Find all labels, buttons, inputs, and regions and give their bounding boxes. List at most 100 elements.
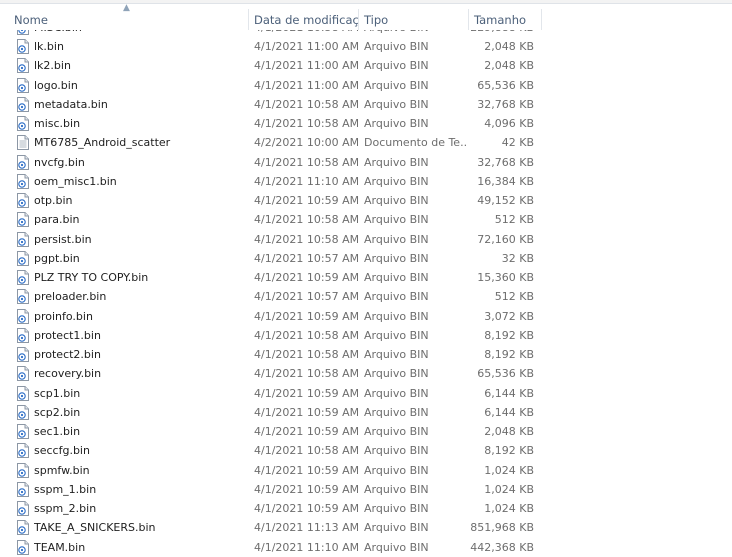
file-size: 32 KB bbox=[501, 251, 534, 265]
file-size: 229,888 KB bbox=[468, 30, 534, 37]
file-size: 8,192 KB bbox=[484, 348, 534, 361]
file-name: PLZ TRY TO COPY.bin bbox=[34, 271, 149, 284]
file-row[interactable]: scp2.bin 4/1/2021 10:59 AM Arquivo BIN 6,14… bbox=[0, 403, 732, 422]
file-row[interactable]: sec1.bin 4/1/2021 10:59 AM Arquivo BIN 2,04… bbox=[0, 422, 732, 441]
file-row[interactable]: TAKE_A_SNICKERS.bin 4/1/2021 11:13 AM Arqu… bbox=[0, 518, 732, 537]
bin-file-icon bbox=[17, 231, 29, 247]
bin-file-icon bbox=[17, 173, 29, 189]
file-row[interactable]: protect2.bin 4/1/2021 10:58 AM Arquivo BIN… bbox=[0, 345, 732, 364]
file-row[interactable]: sspm_1.bin 4/1/2021 10:59 AM Arquivo BIN 1,… bbox=[0, 480, 732, 499]
file-name: proinfo.bin bbox=[34, 309, 93, 323]
file-size: 4,096 KB bbox=[484, 117, 534, 130]
file-row[interactable]: para.bin 4/1/2021 10:58 AM Arquivo BIN 512 … bbox=[0, 210, 732, 229]
file-type: Arquivo BIN bbox=[364, 174, 429, 188]
file-size: 8,192 KB bbox=[484, 328, 534, 342]
bin-file-icon bbox=[17, 96, 29, 112]
file-type: Arquivo BIN bbox=[364, 521, 429, 535]
file-size: 42 KB bbox=[501, 136, 534, 150]
file-size: 1,024 KB bbox=[484, 482, 534, 496]
file-size: 6,144 KB bbox=[484, 405, 534, 419]
file-type: Arquivo BIN bbox=[364, 309, 429, 323]
file-name: scp2.bin bbox=[34, 405, 81, 419]
file-name: sec1.bin bbox=[34, 425, 81, 438]
file-row[interactable]: MT6785_Android_scatter 4/2/2021 10:00 AM D… bbox=[0, 133, 732, 152]
window-top-edge bbox=[0, 0, 732, 4]
file-row[interactable]: otp.bin 4/1/2021 10:59 AM Arquivo BIN 49,15… bbox=[0, 191, 732, 210]
file-row[interactable]: sspm_2.bin 4/1/2021 10:59 AM Arquivo BIN 1,… bbox=[0, 499, 732, 518]
column-header-type[interactable]: Tipo bbox=[358, 9, 468, 30]
file-type: Arquivo BIN bbox=[364, 155, 429, 169]
file-size: 851,968 KB bbox=[470, 521, 534, 535]
file-type: Arquivo BIN bbox=[364, 59, 429, 73]
bin-file-icon bbox=[17, 404, 29, 420]
bin-file-icon bbox=[17, 154, 29, 170]
file-date-modified: 4/1/2021 10:59 AM bbox=[254, 271, 358, 284]
file-type: Arquivo BIN bbox=[364, 444, 429, 458]
file-row[interactable]: spmfw.bin 4/1/2021 10:59 AM Arquivo BIN 1,0… bbox=[0, 461, 732, 480]
file-row[interactable]: persist.bin 4/1/2021 10:58 AM Arquivo BIN 7… bbox=[0, 230, 732, 249]
file-type: Arquivo BIN bbox=[364, 463, 429, 477]
file-type: Arquivo BIN bbox=[364, 78, 429, 92]
file-name: MISC.bin bbox=[34, 30, 246, 37]
column-divider[interactable] bbox=[541, 9, 542, 30]
file-row[interactable]: proinfo.bin 4/1/2021 10:59 AM Arquivo BIN 3… bbox=[0, 307, 732, 326]
file-name: TEAM.bin bbox=[34, 540, 86, 554]
file-name: protect1.bin bbox=[34, 328, 101, 342]
file-date-modified: 4/1/2021 10:59 AM bbox=[254, 386, 358, 400]
file-type: Arquivo BIN bbox=[364, 367, 429, 381]
file-name: logo.bin bbox=[34, 78, 78, 92]
file-name: persist.bin bbox=[34, 232, 92, 246]
file-row[interactable]: seccfg.bin 4/1/2021 10:58 AM Arquivo BIN 8,… bbox=[0, 441, 732, 460]
bin-file-icon bbox=[17, 77, 29, 93]
bin-file-icon bbox=[17, 289, 29, 305]
file-date-modified: 4/1/2021 10:58 AM bbox=[254, 444, 358, 458]
file-row[interactable]: misc.bin 4/1/2021 10:58 AM Arquivo BIN 4,09… bbox=[0, 114, 732, 133]
file-row[interactable]: recovery.bin 4/1/2021 10:58 AM Arquivo BIN… bbox=[0, 364, 732, 383]
file-type: Arquivo BIN bbox=[364, 30, 468, 37]
bin-file-icon bbox=[17, 424, 29, 439]
file-date-modified: 4/1/2021 10:59 AM bbox=[254, 194, 358, 207]
file-date-modified: 4/2/2021 10:00 AM bbox=[254, 136, 358, 150]
bin-file-icon bbox=[17, 30, 29, 35]
file-size: 6,144 KB bbox=[484, 386, 534, 400]
bin-file-icon bbox=[17, 481, 29, 497]
file-name: scp1.bin bbox=[34, 386, 81, 400]
bin-file-icon bbox=[17, 462, 29, 478]
file-name: sspm_1.bin bbox=[34, 482, 97, 496]
file-date-modified: 4/1/2021 10:58 AM bbox=[254, 213, 358, 227]
file-name: oem_misc1.bin bbox=[34, 174, 117, 188]
file-type: Arquivo BIN bbox=[364, 405, 429, 419]
column-header-size[interactable]: Tamanho bbox=[468, 9, 542, 30]
file-row-partial[interactable]: TEAM.bin 4/1/2021 11:10 AM Arquivo BIN 442,… bbox=[0, 538, 732, 557]
file-row[interactable]: pgpt.bin 4/1/2021 10:57 AM Arquivo BIN 32 K… bbox=[0, 249, 732, 268]
file-size: 512 KB bbox=[494, 213, 534, 227]
file-row[interactable]: PLZ TRY TO COPY.bin 4/1/2021 10:59 AM Arqu… bbox=[0, 268, 732, 287]
file-row[interactable]: lk2.bin 4/1/2021 11:00 AM Arquivo BIN 2,048… bbox=[0, 56, 732, 75]
file-size: 2,048 KB bbox=[484, 40, 534, 53]
bin-file-icon bbox=[17, 539, 29, 555]
file-row[interactable]: scp1.bin 4/1/2021 10:59 AM Arquivo BIN 6,14… bbox=[0, 384, 732, 403]
file-row[interactable]: oem_misc1.bin 4/1/2021 11:10 AM Arquivo BI… bbox=[0, 172, 732, 191]
file-date-modified: 4/1/2021 10:58 AM bbox=[254, 367, 358, 381]
file-date-modified: 4/1/2021 10:59 AM bbox=[254, 463, 358, 477]
file-type: Arquivo BIN bbox=[364, 348, 429, 361]
bin-file-icon bbox=[17, 520, 29, 536]
column-header-name[interactable]: Nome bbox=[8, 9, 248, 30]
file-name: protect2.bin bbox=[34, 348, 101, 361]
file-row-partial[interactable]: MISC.bin 4/1/2021 10:58 AM Arquivo BIN229,… bbox=[0, 30, 732, 37]
column-header-date-modified[interactable]: Data de modificação bbox=[248, 9, 358, 30]
file-row[interactable]: nvcfg.bin 4/1/2021 10:58 AM Arquivo BIN 32,… bbox=[0, 153, 732, 172]
file-type: Arquivo BIN bbox=[364, 502, 429, 515]
file-row[interactable]: logo.bin 4/1/2021 11:00 AM Arquivo BIN 65,5… bbox=[0, 76, 732, 95]
bin-file-icon bbox=[17, 39, 29, 54]
file-row[interactable]: protect1.bin 4/1/2021 10:58 AM Arquivo BIN… bbox=[0, 326, 732, 345]
file-row[interactable]: metadata.bin 4/1/2021 10:58 AM Arquivo BIN… bbox=[0, 95, 732, 114]
file-row[interactable]: preloader.bin 4/1/2021 10:57 AM Arquivo BI… bbox=[0, 287, 732, 306]
file-size: 16,384 KB bbox=[477, 174, 534, 188]
file-row[interactable]: lk.bin 4/1/2021 11:00 AM Arquivo BIN 2,048 … bbox=[0, 37, 732, 56]
file-name: otp.bin bbox=[34, 194, 73, 207]
bin-file-icon bbox=[17, 250, 29, 266]
file-size: 8,192 KB bbox=[484, 444, 534, 458]
file-name: lk2.bin bbox=[34, 59, 71, 73]
file-type: Arquivo BIN bbox=[364, 194, 429, 207]
